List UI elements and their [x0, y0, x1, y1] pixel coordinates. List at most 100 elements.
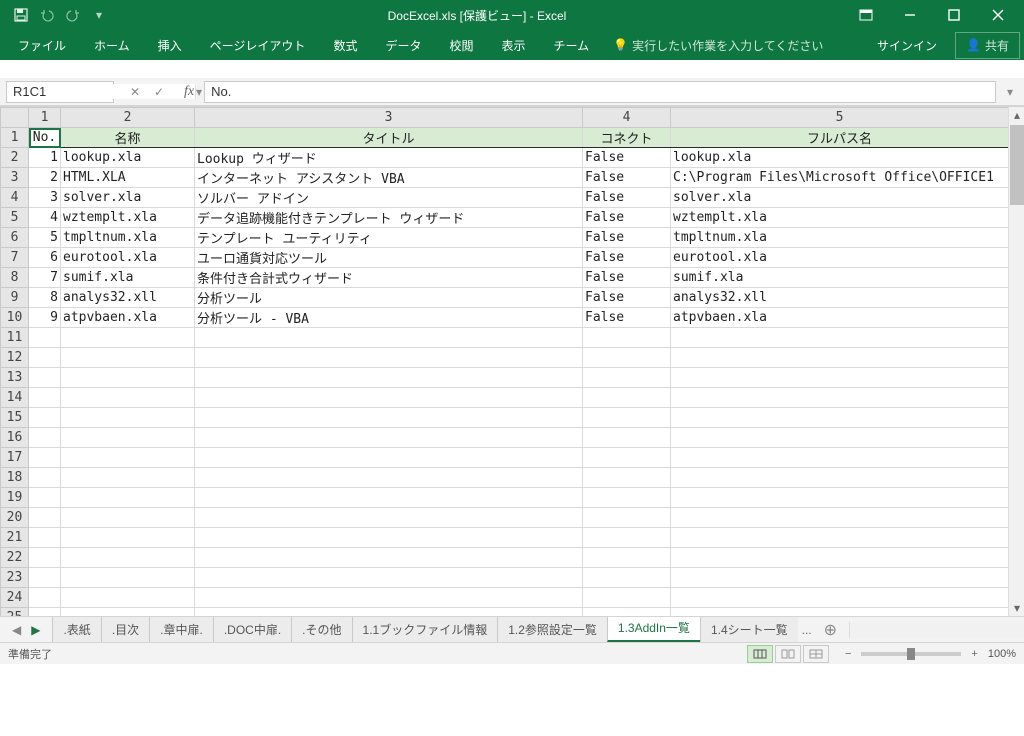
row-header[interactable]: 12 [1, 348, 29, 368]
row-header[interactable]: 18 [1, 468, 29, 488]
worksheet-grid[interactable]: 1 2 3 4 5 1 No. 名称 タイトル コネクト フルパス名 2 1 l… [0, 107, 1009, 616]
cell[interactable]: 1 [29, 148, 61, 168]
scrollbar-thumb[interactable] [1010, 125, 1024, 205]
ribbon-tab[interactable]: ホーム [80, 31, 144, 60]
cell[interactable] [671, 528, 1009, 548]
row-header[interactable]: 3 [1, 168, 29, 188]
ribbon-tab[interactable]: チーム [540, 31, 604, 60]
cell[interactable]: ユーロ通貨対応ツール [195, 248, 583, 268]
cell[interactable] [29, 548, 61, 568]
cell[interactable]: コネクト [583, 128, 671, 148]
ribbon-tab[interactable]: 校閲 [435, 31, 487, 60]
cell[interactable]: wztemplt.xla [671, 208, 1009, 228]
cell[interactable] [195, 428, 583, 448]
horizontal-scrollbar[interactable] [849, 622, 1024, 638]
minimize-button[interactable] [888, 0, 932, 30]
cell[interactable] [195, 368, 583, 388]
cell[interactable] [583, 528, 671, 548]
row-header[interactable]: 24 [1, 588, 29, 608]
cell[interactable]: ソルバー アドイン [195, 188, 583, 208]
cell[interactable] [195, 388, 583, 408]
cell[interactable] [583, 368, 671, 388]
sheet-nav-prev-icon[interactable]: ◀ [8, 621, 25, 639]
fx-icon[interactable]: fx [180, 84, 198, 100]
cell[interactable] [29, 568, 61, 588]
cell[interactable] [195, 548, 583, 568]
sheet-tab[interactable]: .目次 [101, 617, 150, 642]
cell[interactable]: False [583, 308, 671, 328]
cell[interactable]: 条件付き合計式ウィザード [195, 268, 583, 288]
cell[interactable]: False [583, 208, 671, 228]
cell[interactable] [195, 468, 583, 488]
column-header[interactable]: 3 [195, 108, 583, 128]
ribbon-tab[interactable]: ページレイアウト [196, 31, 320, 60]
zoom-slider[interactable] [861, 652, 961, 656]
cell[interactable] [195, 348, 583, 368]
cell[interactable]: 8 [29, 288, 61, 308]
cell[interactable] [195, 328, 583, 348]
cell[interactable] [61, 448, 195, 468]
cell[interactable] [61, 488, 195, 508]
scroll-down-icon[interactable]: ▾ [1009, 600, 1024, 616]
cell[interactable]: atpvbaen.xla [671, 308, 1009, 328]
cell[interactable] [61, 388, 195, 408]
cell[interactable]: False [583, 168, 671, 188]
new-sheet-button[interactable]: ⊕ [816, 620, 845, 640]
sheet-tab[interactable]: .DOC中扉. [213, 617, 292, 642]
cell[interactable] [671, 348, 1009, 368]
save-icon[interactable] [10, 4, 32, 26]
qat-dropdown-icon[interactable]: ▾ [88, 4, 110, 26]
row-header[interactable]: 19 [1, 488, 29, 508]
zoom-out-button[interactable]: − [841, 648, 855, 660]
cell[interactable] [61, 608, 195, 617]
cell[interactable] [61, 568, 195, 588]
sheet-tab[interactable]: .表紙 [52, 617, 101, 642]
cell[interactable] [61, 548, 195, 568]
cell[interactable] [29, 488, 61, 508]
cell[interactable] [29, 368, 61, 388]
cell[interactable] [583, 588, 671, 608]
cell[interactable] [195, 528, 583, 548]
cell[interactable] [671, 408, 1009, 428]
cell[interactable] [29, 328, 61, 348]
cell[interactable]: 6 [29, 248, 61, 268]
row-header[interactable]: 11 [1, 328, 29, 348]
cell[interactable]: データ追跡機能付きテンプレート ウィザード [195, 208, 583, 228]
cell[interactable]: 分析ツール [195, 288, 583, 308]
row-header[interactable]: 20 [1, 508, 29, 528]
cell[interactable]: lookup.xla [671, 148, 1009, 168]
sheet-tab[interactable]: 1.4シート一覧 [700, 617, 798, 642]
cell[interactable]: eurotool.xla [61, 248, 195, 268]
cell[interactable] [671, 448, 1009, 468]
cell[interactable]: Lookup ウィザード [195, 148, 583, 168]
cell[interactable]: eurotool.xla [671, 248, 1009, 268]
cell[interactable] [61, 588, 195, 608]
cell[interactable]: フルパス名 [671, 128, 1009, 148]
cell[interactable]: tmpltnum.xla [671, 228, 1009, 248]
cell[interactable] [61, 428, 195, 448]
cell[interactable] [29, 448, 61, 468]
row-header[interactable]: 6 [1, 228, 29, 248]
formula-expand-icon[interactable]: ▾ [1002, 85, 1018, 99]
cell[interactable]: solver.xla [671, 188, 1009, 208]
cell[interactable] [29, 588, 61, 608]
ribbon-tab[interactable]: 数式 [319, 31, 371, 60]
vertical-scrollbar[interactable]: ▴ ▾ [1008, 107, 1024, 616]
column-header[interactable]: 1 [29, 108, 61, 128]
cell[interactable] [671, 508, 1009, 528]
zoom-level-label[interactable]: 100% [988, 648, 1016, 660]
zoom-in-button[interactable]: + [967, 648, 981, 660]
cell[interactable]: 3 [29, 188, 61, 208]
cell[interactable] [671, 328, 1009, 348]
cell[interactable]: False [583, 248, 671, 268]
cell[interactable] [583, 448, 671, 468]
cell[interactable] [195, 508, 583, 528]
row-header[interactable]: 23 [1, 568, 29, 588]
sign-in-button[interactable]: サインイン [865, 31, 949, 60]
cell[interactable]: False [583, 148, 671, 168]
cell[interactable]: インターネット アシスタント VBA [195, 168, 583, 188]
row-header[interactable]: 4 [1, 188, 29, 208]
cell[interactable] [671, 428, 1009, 448]
cell[interactable]: 5 [29, 228, 61, 248]
select-all-corner[interactable] [1, 108, 29, 128]
